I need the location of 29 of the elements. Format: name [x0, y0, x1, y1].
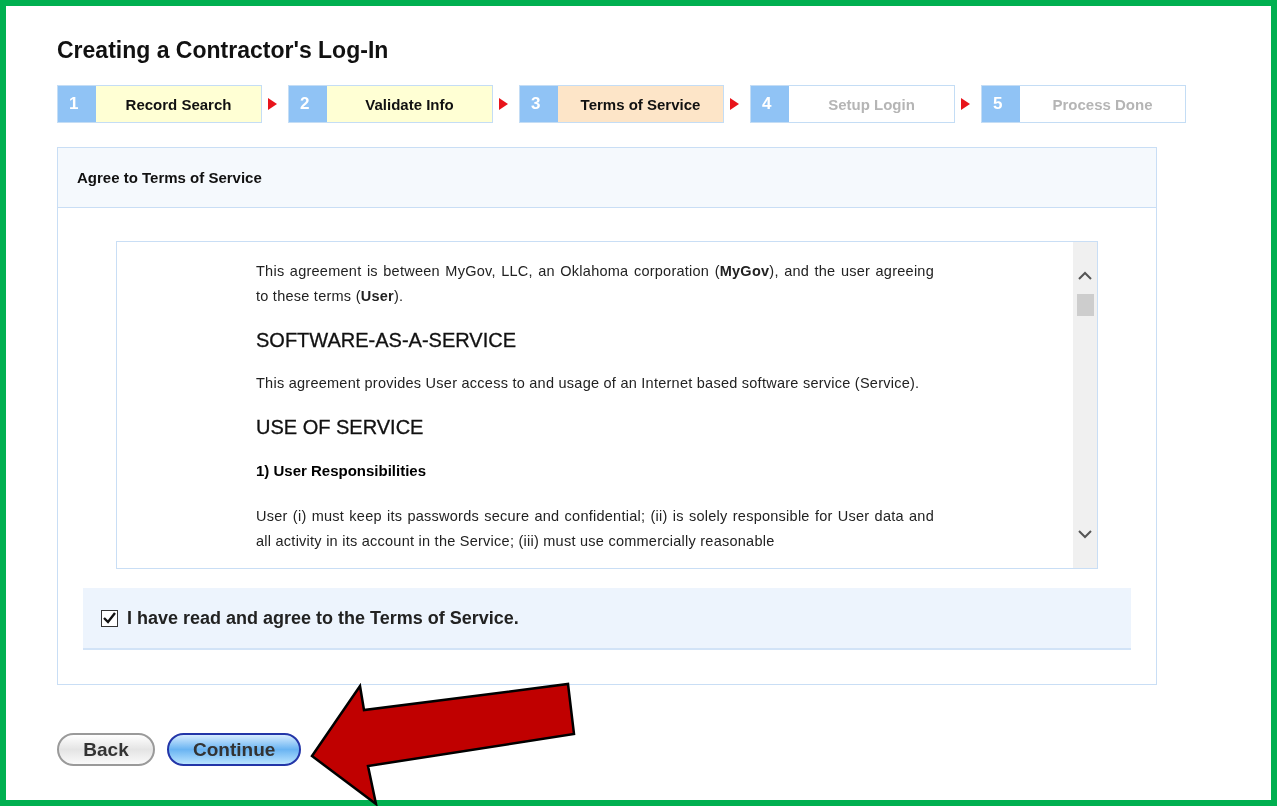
terms-paragraph: User (i) must keep its passwords secure and confidential; (ii) is solely responsible for User data and all activity in its account in the Service; (iii) must use commercially reasonable	[256, 507, 934, 551]
chevron-down-icon[interactable]	[1078, 529, 1092, 539]
agree-checkbox[interactable]	[101, 609, 118, 627]
section-heading: SOFTWARE-AS-A-SERVICE	[256, 328, 518, 353]
step-label: Terms of Service	[558, 86, 723, 122]
page-title: Creating a Contractor's Log-In	[57, 36, 390, 64]
continue-button[interactable]: Continue	[167, 733, 302, 766]
step-number: 4	[751, 86, 789, 122]
check-icon	[103, 612, 116, 624]
terms-paragraph: This agreement provides User access to and usage of an Internet based software service (Service).	[256, 374, 921, 393]
step-arrow-icon	[268, 98, 277, 110]
step-number: 1	[58, 86, 96, 122]
chevron-up-icon[interactable]	[1078, 271, 1092, 281]
section-heading: USE OF SERVICE	[256, 415, 425, 440]
subsection-heading: 1) User Responsibilities	[256, 461, 428, 481]
step-label: Record Search	[96, 86, 261, 122]
back-button[interactable]: Back	[57, 733, 155, 766]
terms-paragraph: This agreement is between MyGov, LLC, an Oklahoma corporation (MyGov), and the user agreeing to these terms (User).	[256, 262, 934, 306]
scroll-thumb[interactable]	[1077, 294, 1094, 316]
step-arrow-icon	[961, 98, 970, 110]
step-number: 3	[520, 86, 558, 122]
step-arrow-icon	[730, 98, 739, 110]
agree-label: I have read and agree to the Terms of Service.	[127, 607, 519, 629]
step-arrow-icon	[499, 98, 508, 110]
step-number: 2	[289, 86, 327, 122]
step-label: Validate Info	[327, 86, 492, 122]
step-number: 5	[982, 86, 1020, 122]
scrollbar[interactable]	[1073, 242, 1097, 568]
panel-title: Agree to Terms of Service	[77, 169, 262, 186]
